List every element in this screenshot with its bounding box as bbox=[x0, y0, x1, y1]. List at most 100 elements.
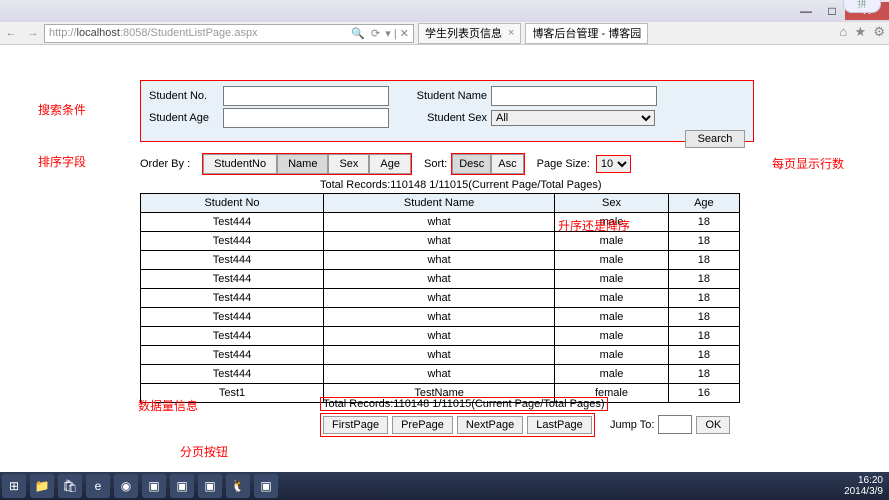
jump-input[interactable] bbox=[658, 415, 692, 434]
first-page-button[interactable]: FirstPage bbox=[323, 416, 388, 434]
url-scheme: http:// bbox=[49, 27, 77, 39]
pager-buttons: FirstPage PrePage NextPage LastPage bbox=[320, 413, 595, 437]
order-name[interactable]: Name bbox=[277, 154, 328, 174]
student-grid: Student NoStudent NameSexAge Test444what… bbox=[140, 193, 740, 403]
nav-forward[interactable]: → bbox=[22, 27, 44, 39]
student-sex-label: Student Sex bbox=[395, 107, 489, 129]
student-age-label: Student Age bbox=[147, 107, 221, 129]
table-row[interactable]: Test444whatmale18 bbox=[141, 270, 740, 289]
table-row[interactable]: Test444whatmale18 bbox=[141, 232, 740, 251]
grid-cell: what bbox=[324, 346, 555, 365]
table-row[interactable]: Test444whatmale18 bbox=[141, 213, 740, 232]
records-info-bottom: Total Records:110148 1/11015(Current Pag… bbox=[320, 397, 608, 411]
student-sex-select[interactable]: All bbox=[491, 110, 655, 126]
annotation-pagesize: 每页显示行数 bbox=[772, 155, 844, 172]
annotation-sort: 升序还是降序 bbox=[558, 217, 630, 234]
grid-cell: 18 bbox=[668, 213, 739, 232]
window-maximize[interactable]: □ bbox=[819, 2, 845, 20]
grid-cell: male bbox=[555, 327, 669, 346]
tab-label: 学生列表页信息 bbox=[425, 25, 502, 41]
sort-desc[interactable]: Desc bbox=[452, 154, 491, 174]
tab-student-list[interactable]: 学生列表页信息 × bbox=[418, 23, 521, 44]
grid-cell: 18 bbox=[668, 289, 739, 308]
order-age[interactable]: Age bbox=[369, 154, 411, 174]
address-bar: ← → http://localhost:8058/StudentListPag… bbox=[0, 22, 889, 45]
order-by-buttons: StudentNo Name Sex Age bbox=[202, 153, 412, 175]
nav-back[interactable]: ← bbox=[0, 27, 22, 39]
next-page-button[interactable]: NextPage bbox=[457, 416, 523, 434]
grid-cell: male bbox=[555, 365, 669, 384]
url-path: :8058/StudentListPage.aspx bbox=[120, 27, 258, 39]
jump-to: Jump To: OK bbox=[610, 415, 730, 434]
student-age-input[interactable] bbox=[223, 108, 389, 128]
search-icon[interactable]: 🔍 bbox=[351, 27, 365, 40]
table-row[interactable]: Test444whatmale18 bbox=[141, 327, 740, 346]
grid-cell: 16 bbox=[668, 384, 739, 403]
tab-label: 博客后台管理 - 博客园 bbox=[532, 25, 641, 41]
page-size-label: Page Size: bbox=[537, 158, 590, 170]
taskbar-store[interactable]: 🛍 bbox=[58, 474, 82, 498]
sort-asc[interactable]: Asc bbox=[491, 154, 523, 174]
taskbar-explorer[interactable]: 📁 bbox=[30, 474, 54, 498]
grid-cell: 18 bbox=[668, 327, 739, 346]
taskbar-ie[interactable]: e bbox=[86, 474, 110, 498]
start-button[interactable]: ⊞ bbox=[2, 474, 26, 498]
page-size-select[interactable]: 10 bbox=[596, 155, 631, 173]
table-row[interactable]: Test444whatmale18 bbox=[141, 308, 740, 327]
taskbar-app2[interactable]: ▣ bbox=[170, 474, 194, 498]
grid-cell: 18 bbox=[668, 232, 739, 251]
grid-cell: male bbox=[555, 251, 669, 270]
taskbar-qq[interactable]: 🐧 bbox=[226, 474, 250, 498]
system-clock[interactable]: 16:20 2014/3/9 bbox=[844, 475, 889, 497]
grid-cell: male bbox=[555, 308, 669, 327]
gear-icon[interactable]: ⚙ bbox=[873, 24, 885, 39]
annotation-orderby: 排序字段 bbox=[38, 153, 86, 170]
grid-cell: male bbox=[555, 289, 669, 308]
grid-cell: what bbox=[324, 289, 555, 308]
grid-cell: Test444 bbox=[141, 289, 324, 308]
url-input[interactable]: http://localhost:8058/StudentListPage.as… bbox=[44, 24, 414, 43]
jump-ok-button[interactable]: OK bbox=[696, 416, 730, 434]
taskbar-app4[interactable]: ▣ bbox=[254, 474, 278, 498]
browser-tools: ⌂ ★ ⚙ bbox=[839, 24, 885, 40]
grid-cell: male bbox=[555, 270, 669, 289]
grid-cell: 18 bbox=[668, 251, 739, 270]
last-page-button[interactable]: LastPage bbox=[527, 416, 591, 434]
table-row[interactable]: Test444whatmale18 bbox=[141, 251, 740, 270]
grid-cell: what bbox=[324, 308, 555, 327]
grid-cell: what bbox=[324, 270, 555, 289]
order-sex[interactable]: Sex bbox=[328, 154, 369, 174]
grid-cell: 18 bbox=[668, 270, 739, 289]
favorites-icon[interactable]: ★ bbox=[854, 24, 866, 39]
jump-label: Jump To: bbox=[610, 419, 654, 431]
grid-cell: what bbox=[324, 232, 555, 251]
window-titlebar: — □ ✕ bbox=[0, 0, 889, 22]
close-icon[interactable]: × bbox=[508, 27, 514, 39]
tab-blog-admin[interactable]: 博客后台管理 - 博客园 bbox=[525, 23, 648, 44]
taskbar-app1[interactable]: ▣ bbox=[142, 474, 166, 498]
student-name-input[interactable] bbox=[491, 86, 657, 106]
grid-cell: Test444 bbox=[141, 232, 324, 251]
grid-header: Sex bbox=[555, 194, 669, 213]
refresh-icon[interactable]: ⟳ bbox=[371, 27, 380, 40]
window-minimize[interactable]: — bbox=[793, 2, 819, 20]
home-icon[interactable]: ⌂ bbox=[839, 24, 847, 39]
records-info-top: Total Records:110148 1/11015(Current Pag… bbox=[320, 179, 602, 191]
taskbar-chrome[interactable]: ◉ bbox=[114, 474, 138, 498]
grid-cell: 18 bbox=[668, 365, 739, 384]
taskbar-app3[interactable]: ▣ bbox=[198, 474, 222, 498]
pre-page-button[interactable]: PrePage bbox=[392, 416, 453, 434]
student-no-input[interactable] bbox=[223, 86, 389, 106]
table-row[interactable]: Test444whatmale18 bbox=[141, 289, 740, 308]
order-studentno[interactable]: StudentNo bbox=[203, 154, 277, 174]
table-row[interactable]: Test444whatmale18 bbox=[141, 365, 740, 384]
ime-indicator[interactable]: 拼 bbox=[843, 0, 881, 13]
grid-cell: male bbox=[555, 232, 669, 251]
student-no-label: Student No. bbox=[147, 85, 221, 107]
grid-cell: what bbox=[324, 251, 555, 270]
search-button[interactable]: Search bbox=[685, 130, 745, 148]
grid-cell: Test444 bbox=[141, 365, 324, 384]
table-row[interactable]: Test444whatmale18 bbox=[141, 346, 740, 365]
grid-header: Age bbox=[668, 194, 739, 213]
annotation-records: 数据量信息 bbox=[138, 397, 198, 414]
